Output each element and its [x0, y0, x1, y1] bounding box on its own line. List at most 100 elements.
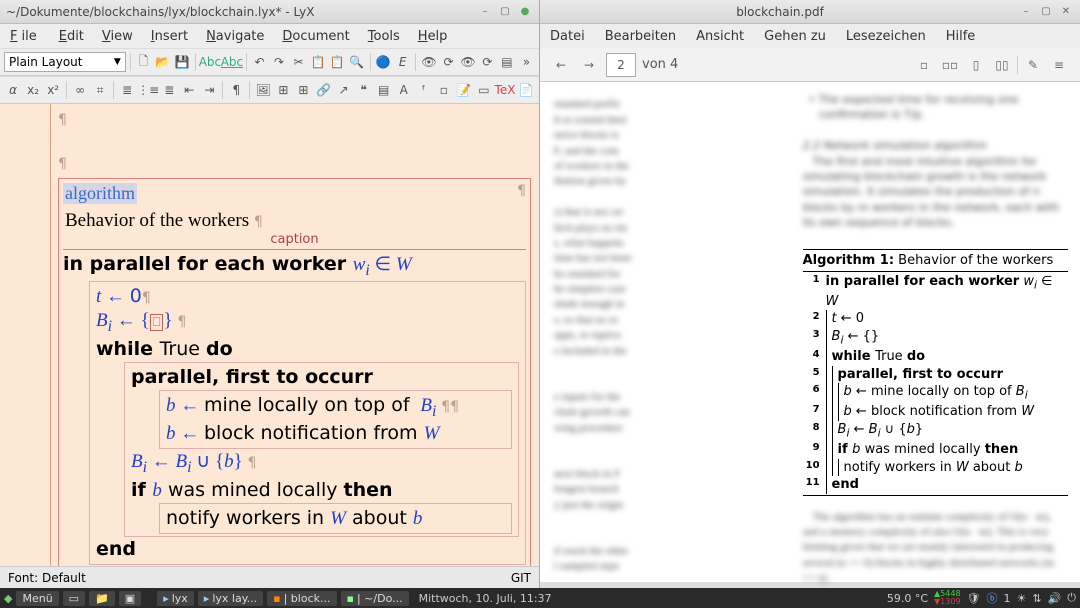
box-icon[interactable]: ▭: [475, 80, 493, 100]
spell-toggle-icon[interactable]: Abc: [222, 52, 242, 72]
page-number-input[interactable]: 2: [606, 53, 636, 77]
menu-file[interactable]: File: [6, 27, 45, 46]
menu-view[interactable]: View: [98, 27, 137, 46]
save-file-icon[interactable]: 💾: [174, 52, 191, 72]
include-icon[interactable]: 📄: [517, 80, 535, 100]
paragraph-layout-combo[interactable]: Plain Layout▼: [4, 52, 126, 72]
menu-gehenzu[interactable]: Gehen zu: [760, 27, 830, 46]
task-lyx-layout[interactable]: ▸lyx lay...: [198, 591, 263, 606]
next-page-button[interactable]: →: [578, 54, 600, 76]
lyx-editor-canvas[interactable]: ¶ ¶ algorithm ¶ Behavior of the workers …: [0, 104, 539, 566]
redo-icon[interactable]: ↷: [270, 52, 287, 72]
algorithm-float[interactable]: algorithm ¶ Behavior of the workers ¶ ca…: [58, 178, 531, 566]
prev-page-button[interactable]: ←: [550, 54, 572, 76]
menu-lesezeichen[interactable]: Lesezeichen: [842, 27, 930, 46]
pdf-page-view[interactable]: standard prefixIt to extend theirnsive b…: [540, 82, 1080, 588]
new-file-icon[interactable]: 🗋: [135, 52, 152, 72]
spellcheck-icon[interactable]: Abc: [200, 52, 220, 72]
paragraph-icon[interactable]: ¶: [227, 80, 245, 100]
list3-icon[interactable]: ≣: [160, 80, 178, 100]
float-label[interactable]: algorithm: [63, 183, 137, 204]
weather-icon[interactable]: ☀: [1017, 592, 1027, 605]
algo-line-4[interactable]: while True do: [96, 337, 519, 362]
view-continuous-icon[interactable]: ▯: [965, 54, 987, 76]
network-icon[interactable]: ⇅: [1032, 592, 1041, 605]
task-documents[interactable]: ▪| ~/Do...: [341, 591, 409, 606]
menu-navigate[interactable]: Navigate: [202, 27, 268, 46]
indent-right-icon[interactable]: ⇥: [200, 80, 218, 100]
power-icon[interactable]: ⏻: [1067, 591, 1076, 605]
marginnote-icon[interactable]: ▫: [435, 80, 453, 100]
note-icon[interactable]: 📝: [455, 80, 473, 100]
ert-icon[interactable]: TeX: [495, 80, 515, 100]
task-lyx[interactable]: ▸lyx: [157, 591, 194, 606]
task-blockchain[interactable]: ▪| block...: [267, 591, 336, 606]
toggle-emph-icon[interactable]: E: [394, 52, 411, 72]
update-view-icon[interactable]: ⟳: [440, 52, 457, 72]
menu-document[interactable]: Document: [278, 27, 353, 46]
master-update-icon[interactable]: ⟳: [479, 52, 496, 72]
number-list-icon[interactable]: ⋮≡: [138, 80, 158, 100]
undo-icon[interactable]: ↶: [251, 52, 268, 72]
volume-icon[interactable]: 🔊: [1048, 592, 1062, 605]
math-subscript-icon[interactable]: x₂: [24, 80, 42, 100]
bluetooth-icon[interactable]: ⓑ: [987, 590, 998, 606]
figure-icon[interactable]: 🖼: [254, 80, 272, 100]
algo-line-10[interactable]: notify workers in W about b: [166, 506, 505, 531]
algo-line-1[interactable]: in parallel for each worker wi ∈ W: [63, 252, 526, 281]
algo-line-8[interactable]: Bi ← Bi ∪ {b} ¶: [131, 449, 512, 478]
cross-ref-icon[interactable]: ↗: [335, 80, 353, 100]
paste-icon[interactable]: 📋: [329, 52, 346, 72]
workspace-indicator[interactable]: 1: [1004, 592, 1011, 605]
indent-left-icon[interactable]: ⇤: [180, 80, 198, 100]
maximize-button[interactable]: ▢: [497, 4, 513, 20]
menu-help[interactable]: Help: [414, 27, 452, 46]
algo-line-11[interactable]: end: [96, 537, 519, 562]
math-superscript-icon[interactable]: x²: [44, 80, 62, 100]
algo-line-9[interactable]: if b was mined locally then: [131, 478, 512, 503]
hyperlink-icon[interactable]: 🔗: [314, 80, 332, 100]
find-icon[interactable]: 🔍: [348, 52, 365, 72]
menu-bearbeiten[interactable]: Bearbeiten: [601, 27, 680, 46]
menu-edit[interactable]: Edit: [55, 27, 88, 46]
menu-datei[interactable]: Datei: [546, 27, 589, 46]
algo-line-7[interactable]: b ← block notification from W: [166, 421, 505, 446]
open-file-icon[interactable]: 📂: [154, 52, 171, 72]
tabular-icon[interactable]: ⊞: [294, 80, 312, 100]
view-facing-icon[interactable]: ▫▫: [939, 54, 961, 76]
table-icon[interactable]: ⊞: [274, 80, 292, 100]
view-pdf-icon[interactable]: 👁: [420, 52, 437, 72]
menu-tools[interactable]: Tools: [364, 27, 404, 46]
annotate-icon[interactable]: ✎: [1022, 54, 1044, 76]
display-math-icon[interactable]: ⌗: [91, 80, 109, 100]
more-icon[interactable]: »: [518, 52, 535, 72]
minimize-button[interactable]: –: [1018, 4, 1034, 20]
view-single-icon[interactable]: ▫: [913, 54, 935, 76]
menu-insert[interactable]: Insert: [147, 27, 192, 46]
master-view-icon[interactable]: 👁: [459, 52, 476, 72]
terminal-button[interactable]: ▣: [119, 591, 141, 606]
algo-line-5[interactable]: parallel, first to occurr: [131, 365, 512, 390]
minimize-button[interactable]: –: [477, 4, 493, 20]
caption-inset[interactable]: Behavior of the workers ¶ caption: [63, 208, 526, 250]
close-button[interactable]: ✕: [1058, 4, 1074, 20]
shield-icon[interactable]: 🛡: [967, 592, 981, 605]
maximize-button[interactable]: ▢: [1038, 4, 1054, 20]
footnote-icon[interactable]: ᶠ: [415, 80, 433, 100]
navigate-icon[interactable]: 🔵: [374, 52, 391, 72]
algo-line-2[interactable]: t ← 0¶: [96, 284, 519, 309]
algo-line-6[interactable]: b ← mine locally on top of Bi ¶¶: [166, 393, 505, 422]
viewer-menu-icon[interactable]: ≡: [1048, 54, 1070, 76]
bullet-list-icon[interactable]: ≣: [118, 80, 136, 100]
outline-icon[interactable]: ▤: [498, 52, 515, 72]
file-manager-button[interactable]: 📁: [89, 591, 115, 606]
quote-icon[interactable]: ∞: [71, 80, 89, 100]
view-cont-facing-icon[interactable]: ▯▯: [991, 54, 1013, 76]
math-icon[interactable]: α: [4, 80, 22, 100]
nomencl-icon[interactable]: A: [395, 80, 413, 100]
menu-hilfe[interactable]: Hilfe: [942, 27, 980, 46]
copy-icon[interactable]: 📋: [309, 52, 326, 72]
index-icon[interactable]: ▤: [375, 80, 393, 100]
cut-icon[interactable]: ✂: [290, 52, 307, 72]
start-menu-button[interactable]: Menü: [16, 591, 58, 606]
